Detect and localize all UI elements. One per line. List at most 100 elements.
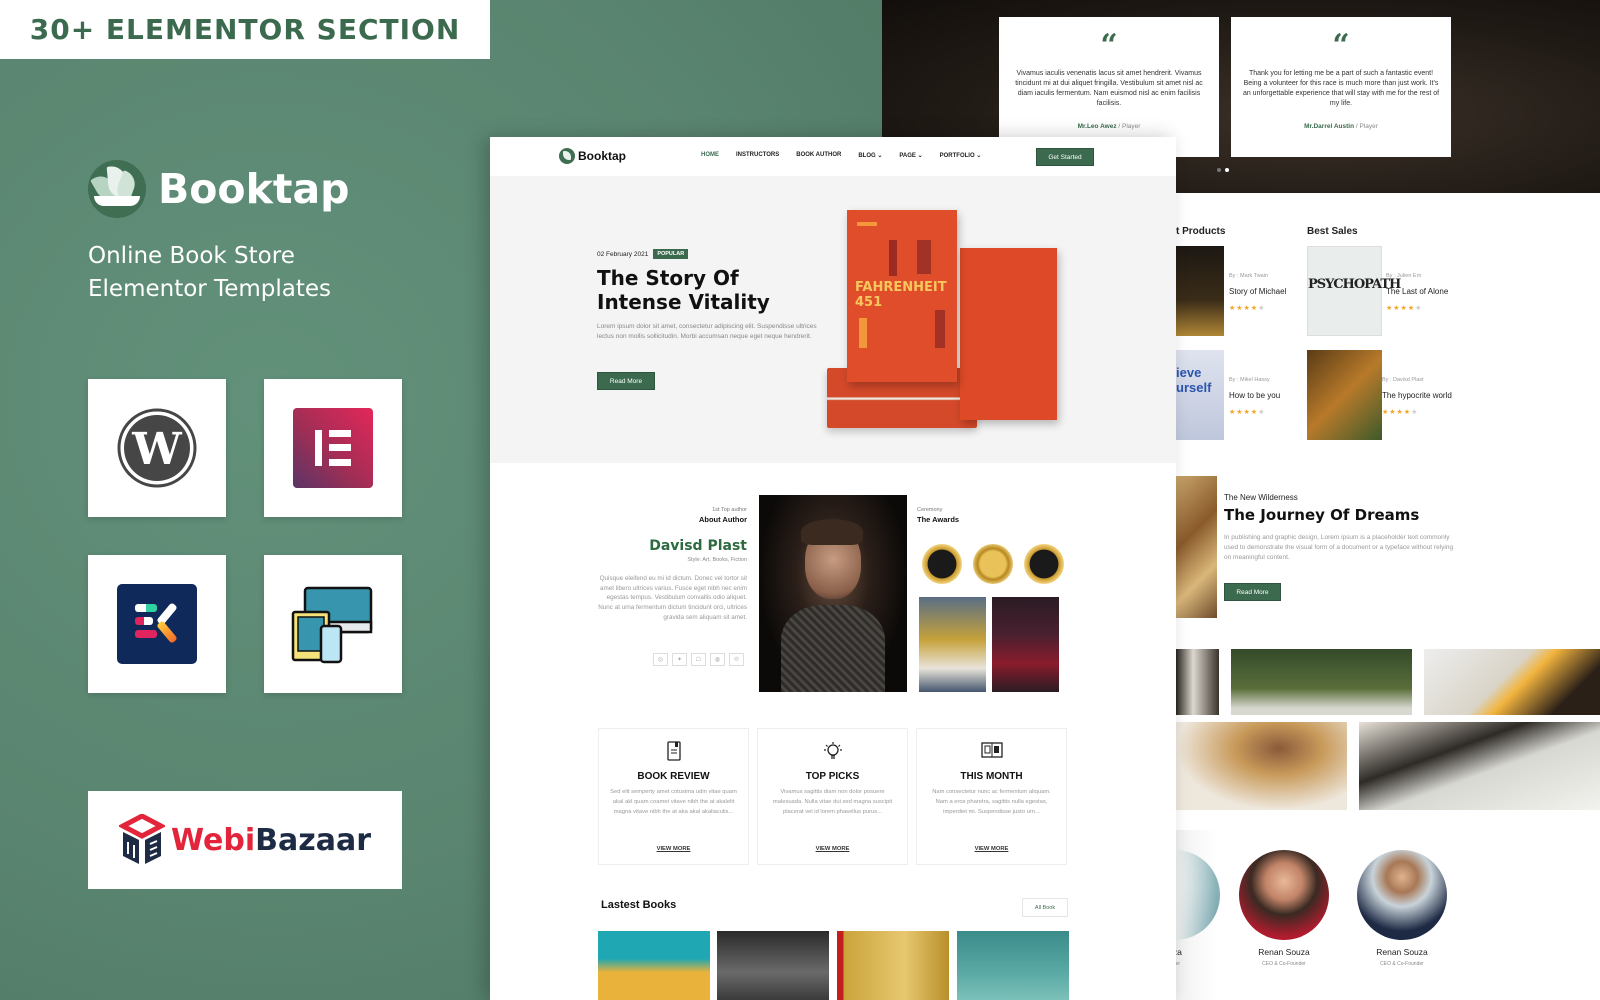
- awards-title: The Awards: [917, 515, 960, 524]
- product-title: The hypocrite world: [1382, 391, 1452, 400]
- award-book[interactable]: [919, 597, 986, 692]
- about-author: 1st Top author About Author Davisd Plast…: [597, 507, 747, 623]
- author-role: / Player: [1116, 123, 1141, 130]
- product-author: By : Julien Ern: [1386, 273, 1422, 279]
- instagram-icon[interactable]: ◎: [653, 653, 668, 666]
- tagline: Online Book Store Elementor Templates: [88, 240, 331, 306]
- product-title: The Last of Alone: [1386, 287, 1449, 296]
- post-meta: 02 February 2021 POPULAR: [597, 249, 689, 259]
- popular-badge: POPULAR: [653, 249, 689, 259]
- author-style: Style: Art, Books, Fiction: [687, 557, 747, 563]
- testimonial-author: Mr.Darrel Austin / Player: [1241, 123, 1441, 130]
- vendor-name-part2: Bazaar: [255, 822, 371, 858]
- nav-portfolio[interactable]: PORTFOLIO ⌄: [940, 152, 982, 159]
- tagline-line-2: Elementor Templates: [88, 276, 331, 302]
- pinterest-icon[interactable]: ℗: [729, 653, 744, 666]
- booktap-logo-icon: [559, 148, 575, 164]
- latest-book-cover[interactable]: [837, 931, 949, 1000]
- twitter-icon[interactable]: ✦: [672, 653, 687, 666]
- testimonial-author: Mr.Leo Awez / Player: [1009, 123, 1209, 130]
- view-more-link[interactable]: VIEW MORE: [599, 846, 748, 852]
- site-logo[interactable]: Booktap: [559, 148, 626, 164]
- webibazaar-logo: Webi Bazaar: [88, 791, 402, 889]
- product-cover[interactable]: [1176, 246, 1224, 336]
- tagline-line-1: Online Book Store: [88, 243, 295, 269]
- best-sales-title: Best Sales: [1307, 226, 1358, 237]
- rating-stars: ★★★★★: [1229, 409, 1266, 416]
- view-more-link[interactable]: VIEW MORE: [917, 846, 1066, 852]
- bookstore-image: [1176, 476, 1217, 618]
- latest-books-title: Lastest Books: [601, 899, 677, 911]
- feature-card: BOOK REVIEW Sed elit semperty amet cotus…: [598, 728, 749, 865]
- latest-book-cover[interactable]: [957, 931, 1069, 1000]
- gallery-image[interactable]: [1176, 649, 1219, 715]
- social-links: ◎ ✦ ☖ ◍ ℗: [653, 653, 744, 666]
- team-member-name: Renan Souza: [1258, 947, 1310, 957]
- carousel-dot[interactable]: [1217, 168, 1221, 172]
- book-icon: [599, 741, 748, 763]
- product-item[interactable]: By : Davisd Plast The hypocrite world ★★…: [1382, 377, 1452, 416]
- responsive-devices-icon: [291, 586, 373, 664]
- latest-book-cover[interactable]: [598, 931, 710, 1000]
- journey-desc: In publishing and graphic design, Lorem …: [1224, 534, 1454, 561]
- author-portrait: [759, 495, 907, 692]
- feature-desc: Sed elit semperty amet cotusima udin vit…: [610, 789, 737, 815]
- team-avatar[interactable]: [1239, 850, 1329, 940]
- journey-title: The Journey Of Dreams: [1224, 506, 1420, 524]
- testimonial-text: Thank you for letting me be a part of su…: [1242, 70, 1440, 107]
- latest-book-cover[interactable]: [717, 931, 829, 1000]
- lightbulb-icon: [758, 741, 907, 763]
- nav-page[interactable]: PAGE ⌄: [899, 152, 922, 159]
- product-item[interactable]: By : Mikel Hassy How to be you ★★★★★: [1229, 377, 1280, 416]
- team-member-role: CEO & Co-Founder: [1380, 961, 1424, 967]
- product-cover[interactable]: PSYCHOPATH: [1307, 246, 1401, 336]
- awards-kicker: Ceremony: [917, 507, 943, 513]
- journey-section: The New Wilderness The Journey Of Dreams…: [1224, 493, 1454, 601]
- product-cover[interactable]: [1307, 350, 1382, 440]
- carousel-dots: [1217, 168, 1229, 172]
- nav-blog[interactable]: BLOG ⌄: [858, 152, 882, 159]
- nav-instructors[interactable]: INSTRUCTORS: [736, 152, 779, 159]
- hero-read-more-button[interactable]: Read More: [597, 372, 655, 390]
- nav-book-author[interactable]: BOOK AUTHOR: [796, 152, 841, 159]
- feature-desc: Nam consectetur nunc ac fermentum aliqua…: [932, 789, 1051, 815]
- quote-icon: “: [1100, 28, 1118, 63]
- snapchat-icon[interactable]: ☖: [691, 653, 706, 666]
- gallery-image[interactable]: [1231, 649, 1412, 715]
- gallery-image[interactable]: [1424, 649, 1600, 715]
- team-avatar[interactable]: [1357, 850, 1447, 940]
- feature-card: TOP PICKS Vivamus sagittis diam non dolo…: [757, 728, 908, 865]
- wordpress-tile: W: [88, 379, 226, 517]
- award-medal: [922, 544, 962, 584]
- nav-home[interactable]: HOME: [701, 152, 719, 159]
- svg-text:W: W: [131, 424, 182, 475]
- journey-read-more-button[interactable]: Read More: [1224, 583, 1281, 601]
- product-item[interactable]: By : Julien Ern The Last of Alone ★★★★★: [1386, 273, 1448, 312]
- promo-banner: 30+ ELEMENTOR SECTION: [0, 0, 490, 59]
- carousel-dot-active[interactable]: [1225, 168, 1229, 172]
- journey-kicker: The New Wilderness: [1224, 493, 1298, 502]
- view-more-link[interactable]: VIEW MORE: [758, 846, 907, 852]
- gallery-image[interactable]: [1176, 722, 1347, 810]
- banner-text: 30+ ELEMENTOR SECTION: [29, 13, 461, 46]
- testimonial-text: Vivamus iaculis venenatis lacus sit amet…: [1015, 70, 1203, 107]
- elementskit-icon: [117, 584, 197, 664]
- author-kicker: 1st Top author: [712, 507, 747, 513]
- rating-stars: ★★★★★: [1229, 305, 1266, 312]
- gallery-image[interactable]: [1359, 722, 1600, 810]
- dribbble-icon[interactable]: ◍: [710, 653, 725, 666]
- feature-title: BOOK REVIEW: [637, 771, 710, 782]
- hero-desc: Lorem ipsum dolor sit amet, consectetur …: [597, 323, 817, 340]
- author-name: Mr.Darrel Austin: [1304, 123, 1355, 130]
- elementskit-tile: [88, 555, 226, 693]
- testimonial-card: “ Vivamus iaculis venenatis lacus sit am…: [999, 17, 1219, 157]
- brand: Booktap: [88, 160, 349, 218]
- get-started-button[interactable]: Get Started: [1036, 148, 1094, 166]
- team-member-role: CEO & Co-Founder: [1262, 961, 1306, 967]
- award-book[interactable]: [992, 597, 1059, 692]
- product-item[interactable]: By : Mark Twain Story of Michael ★★★★★: [1229, 273, 1286, 312]
- all-book-button[interactable]: All Book: [1022, 898, 1068, 917]
- open-book-icon: [917, 741, 1066, 763]
- author-section-title: About Author: [698, 515, 747, 524]
- product-cover[interactable]: ieve urself: [1176, 350, 1224, 440]
